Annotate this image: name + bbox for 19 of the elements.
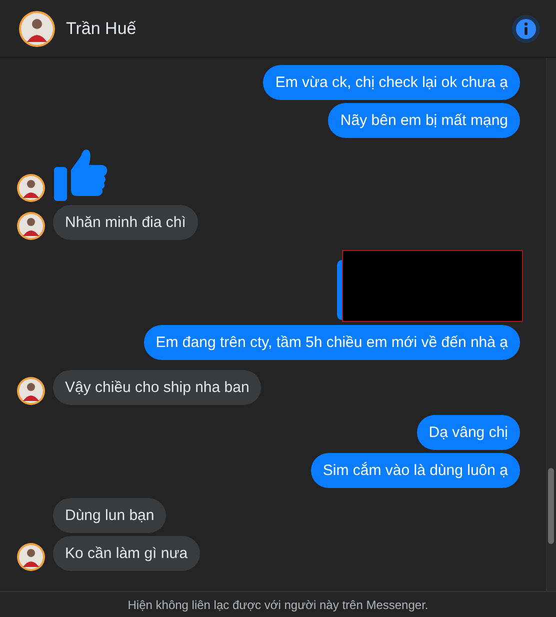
info-icon[interactable] xyxy=(512,14,540,42)
message-bubble: Em vừa ck, chị check lại ok chưa ạ xyxy=(263,65,520,100)
avatar[interactable] xyxy=(18,10,56,48)
message-bubble: Sim cắm vào là dùng luôn ạ xyxy=(310,453,520,488)
message-bubble: Nãy bên em bị mất mạng xyxy=(328,103,520,138)
message-bubble: Vậy chiều cho ship nha ban xyxy=(53,370,262,405)
avatar[interactable] xyxy=(17,543,45,571)
image-message[interactable] xyxy=(337,260,342,320)
avatar[interactable] xyxy=(17,212,45,240)
message-bubble: Nhăn minh đia chì xyxy=(53,205,198,240)
notice-text: Hiện không liên lạc được với người này trên Messenger. xyxy=(128,596,428,614)
message-bubble: Dạ vâng chị xyxy=(416,415,520,450)
avatar[interactable] xyxy=(17,174,45,202)
avatar[interactable] xyxy=(17,377,45,405)
scrollbar-thumb[interactable] xyxy=(548,468,554,544)
message-bubble: Dùng lun bạn xyxy=(53,498,166,533)
message-bubble: Em đang trên cty, tầm 5h chiều em mới về đến nhà ạ xyxy=(144,325,520,360)
contact-name: Trần Huế xyxy=(66,18,136,40)
message-bubble: Ko cần làm gì nưa xyxy=(53,536,200,571)
